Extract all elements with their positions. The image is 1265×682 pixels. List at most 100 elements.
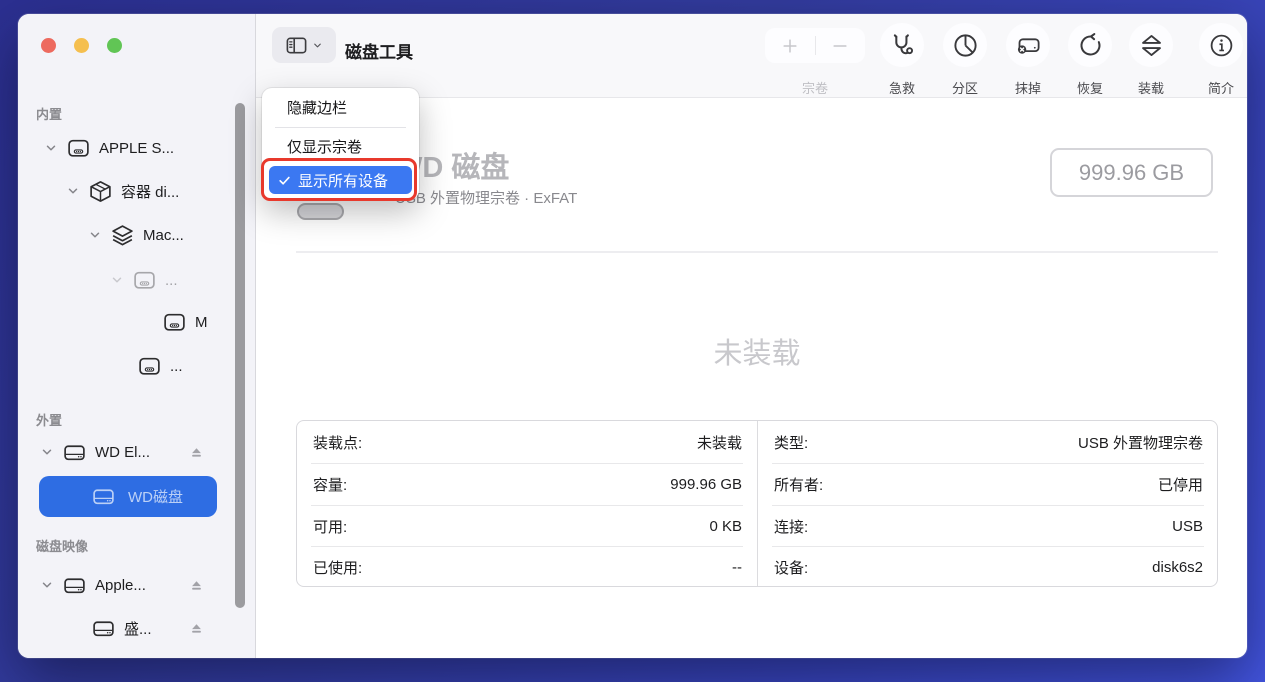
connection-value: USB — [1172, 518, 1203, 535]
type-value: USB 外置物理宗卷 — [1078, 432, 1203, 453]
sidebar-toggle-icon — [285, 34, 308, 57]
menu-item-hide-sidebar[interactable]: 隐藏边栏 — [287, 97, 347, 118]
minus-icon — [830, 36, 850, 56]
window-controls — [41, 38, 122, 53]
used-value: -- — [732, 559, 742, 576]
restore-arrow-icon — [1077, 32, 1104, 59]
erase-button[interactable] — [1006, 23, 1050, 67]
sidebar-item-sheng-volume[interactable]: 盛... — [91, 614, 152, 642]
annotation-red-box — [261, 158, 417, 201]
external-disk-image-partial — [297, 203, 344, 220]
device-value: disk6s2 — [1152, 559, 1203, 576]
table-row: 可用: 0 KB — [297, 505, 758, 547]
info-icon — [1208, 32, 1235, 59]
sidebar-item-apple-image[interactable]: Apple... — [40, 571, 146, 599]
sidebar-item-label: APPLE S... — [99, 140, 174, 157]
partition-button[interactable] — [943, 23, 987, 67]
menu-separator — [275, 127, 406, 128]
remove-volume-button[interactable] — [816, 36, 866, 56]
first-aid-button[interactable] — [880, 23, 924, 67]
sidebar-item-label: Mac... — [143, 227, 184, 244]
external-disk-icon — [62, 440, 87, 465]
sidebar-item-label: ... — [170, 358, 183, 375]
table-row: 装载点: 未装载 — [297, 421, 758, 463]
chevron-down-icon[interactable] — [88, 228, 102, 242]
available-value: 0 KB — [709, 518, 742, 535]
mount-label: 装载 — [1121, 78, 1181, 97]
sidebar-section-disk-images: 磁盘映像 — [36, 536, 88, 555]
capacity-label: 容量: — [313, 474, 347, 495]
volume-add-remove-group — [765, 28, 865, 63]
container-box-icon — [88, 179, 113, 204]
volume-layers-icon — [110, 223, 135, 248]
external-disk-icon — [91, 616, 116, 641]
eject-icon[interactable] — [188, 577, 205, 594]
sidebar-item-label: Apple... — [95, 577, 146, 594]
mount-point-label: 装载点: — [313, 432, 362, 453]
sidebar-item-dimmed-volume[interactable]: ... — [110, 266, 178, 294]
sidebar-toggle-button[interactable] — [272, 27, 336, 63]
mount-button[interactable] — [1129, 23, 1173, 67]
sidebar-item-container[interactable]: 容器 di... — [66, 177, 179, 205]
table-row: 容量: 999.96 GB — [297, 463, 758, 505]
internal-disk-icon — [66, 136, 91, 161]
chevron-down-icon — [312, 40, 323, 51]
table-row: 连接: USB — [758, 505, 1219, 547]
chevron-down-icon[interactable] — [66, 184, 80, 198]
external-disk-icon — [62, 573, 87, 598]
internal-disk-icon — [162, 310, 187, 335]
sidebar-item-label: ... — [165, 272, 178, 289]
sidebar-item-apple-ssd[interactable]: APPLE S... — [44, 134, 174, 162]
type-label: 类型: — [774, 432, 808, 453]
chevron-down-icon[interactable] — [40, 578, 54, 592]
owner-value: 已停用 — [1158, 474, 1203, 495]
erase-label: 抹掉 — [998, 78, 1058, 97]
partition-pie-icon — [952, 32, 979, 59]
menu-item-show-only-volumes[interactable]: 仅显示宗卷 — [287, 136, 362, 157]
table-row: 类型: USB 外置物理宗卷 — [758, 421, 1219, 463]
internal-disk-icon — [132, 268, 157, 293]
sidebar-item-label: M — [195, 314, 208, 331]
sidebar: 内置 APPLE S... 容器 di... Mac... ... M .. — [18, 14, 256, 658]
table-row: 已使用: -- — [297, 546, 758, 588]
internal-disk-icon — [137, 354, 162, 379]
partition-label: 分区 — [935, 78, 995, 97]
sidebar-item-mac-volume[interactable]: Mac... — [88, 221, 184, 249]
disk-utility-window: 内置 APPLE S... 容器 di... Mac... ... M .. — [18, 14, 1247, 658]
close-button[interactable] — [41, 38, 56, 53]
table-row: 设备: disk6s2 — [758, 546, 1219, 588]
eject-icon[interactable] — [188, 444, 205, 461]
chevron-down-icon[interactable] — [110, 273, 124, 287]
info-button[interactable] — [1199, 23, 1243, 67]
zoom-button[interactable] — [107, 38, 122, 53]
chevron-down-icon[interactable] — [40, 445, 54, 459]
first-aid-stethoscope-icon — [889, 32, 916, 59]
eject-icon[interactable] — [188, 620, 205, 637]
add-volume-button[interactable] — [765, 36, 815, 56]
info-table: 装载点: 未装载 容量: 999.96 GB 可用: 0 KB 已使用: -- … — [296, 420, 1218, 587]
used-label: 已使用: — [313, 557, 362, 578]
first-aid-label: 急救 — [872, 78, 932, 97]
volume-group-label: 宗卷 — [785, 78, 845, 97]
sidebar-section-internal: 内置 — [36, 104, 62, 123]
sidebar-section-external: 外置 — [36, 410, 62, 429]
app-title: 磁盘工具 — [345, 38, 413, 63]
external-disk-icon — [91, 484, 116, 509]
info-label: 简介 — [1191, 78, 1247, 97]
sidebar-item-wd-elements[interactable]: WD El... — [40, 438, 150, 466]
sidebar-item-truncated-volume[interactable]: ... — [137, 352, 183, 380]
sidebar-item-m-volume[interactable]: M — [162, 308, 208, 336]
sidebar-scrollbar[interactable] — [235, 103, 245, 608]
status-unmounted-text: 未装载 — [296, 330, 1218, 372]
owner-label: 所有者: — [774, 474, 823, 495]
sidebar-item-label: 容器 di... — [121, 181, 179, 202]
sidebar-item-label: WD El... — [95, 444, 150, 461]
available-label: 可用: — [313, 516, 347, 537]
minimize-button[interactable] — [74, 38, 89, 53]
sidebar-item-wd-disk-selected[interactable]: WD磁盘 — [39, 476, 217, 517]
header-divider — [296, 251, 1218, 253]
restore-button[interactable] — [1068, 23, 1112, 67]
chevron-down-icon[interactable] — [44, 141, 58, 155]
erase-disk-icon — [1015, 32, 1042, 59]
connection-label: 连接: — [774, 516, 808, 537]
